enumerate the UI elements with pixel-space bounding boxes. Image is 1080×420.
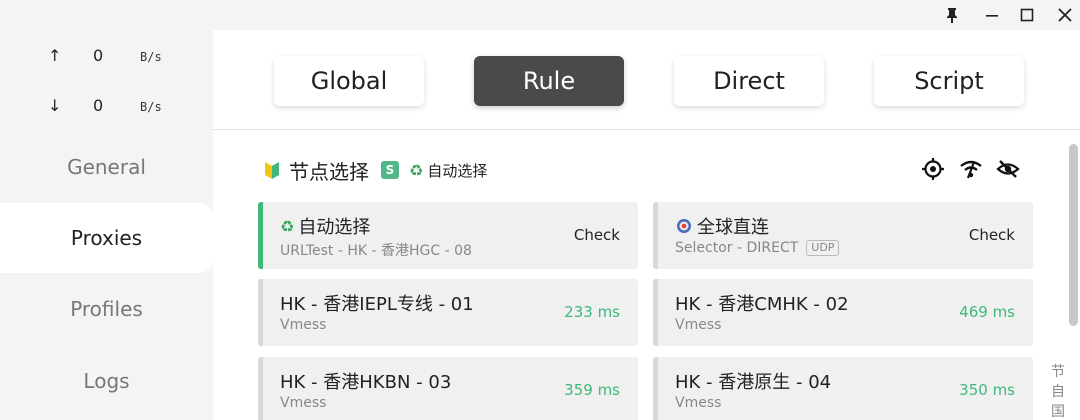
group-index-item[interactable]: 自 (1048, 382, 1068, 402)
proxy-card-direct[interactable]: 全球直连 Selector - DIRECT UDP Check (653, 202, 1033, 269)
download-speed: ↓ 0 B/s (0, 96, 213, 116)
proxies-panel: 节点选择 S ♻ 自动选择 ♻ 自动选择 URLTest - HK - 香港HG… (213, 131, 1080, 420)
card-indicator (653, 202, 658, 269)
nav-item-profiles[interactable]: Profiles (0, 274, 213, 344)
title-bar (0, 0, 1080, 30)
beginner-mark-icon (261, 159, 283, 181)
close-icon[interactable] (1053, 4, 1077, 26)
mode-script-button[interactable]: Script (874, 56, 1024, 106)
nav-item-proxies[interactable]: Proxies (0, 203, 213, 273)
proxy-sub: Selector - DIRECT UDP (675, 240, 840, 256)
download-unit: B/s (140, 100, 162, 114)
locate-icon[interactable] (919, 155, 947, 183)
upload-value: 0 (93, 46, 104, 65)
traffic-panel: ↑ 0 B/s ↓ 0 B/s (0, 30, 213, 130)
upload-arrow-icon: ↑ (48, 46, 62, 65)
selected-indicator (258, 202, 263, 269)
latency-value[interactable]: 359 ms (564, 381, 620, 399)
proxy-sub: Vmess (280, 395, 327, 411)
proxy-name-text: 全球直连 (697, 217, 769, 238)
proxy-card-hk04[interactable]: HK - 香港原生 - 04 Vmess 350 ms (653, 357, 1033, 420)
proxy-group-title: 节点选择 (289, 159, 369, 184)
nav-item-general[interactable]: General (0, 132, 213, 202)
proxy-card-hk03[interactable]: HK - 香港HKBN - 03 Vmess 359 ms (258, 357, 638, 420)
upload-unit: B/s (140, 50, 162, 64)
proxy-card-hk01[interactable]: HK - 香港IEPL专线 - 01 Vmess 233 ms (258, 279, 638, 346)
proxy-group-header[interactable]: 节点选择 S ♻ 自动选择 (261, 155, 487, 185)
target-icon (675, 217, 693, 235)
hide-icon[interactable] (994, 155, 1022, 183)
nav-item-logs[interactable]: Logs (0, 346, 213, 416)
group-current-label: 自动选择 (427, 161, 488, 180)
proxy-name: HK - 香港HKBN - 03 (280, 372, 452, 393)
proxy-name: HK - 香港原生 - 04 (675, 372, 832, 393)
proxy-sub: URLTest - HK - 香港HGC - 08 (280, 243, 472, 259)
proxy-card-auto[interactable]: ♻ 自动选择 URLTest - HK - 香港HGC - 08 Check (258, 202, 638, 269)
proxy-name: 全球直连 (675, 213, 769, 239)
group-current-selection: ♻ 自动选择 (409, 160, 487, 181)
group-type-badge: S (381, 161, 399, 179)
card-indicator (258, 279, 263, 346)
recycle-icon: ♻ (280, 216, 295, 236)
proxy-card-hk02[interactable]: HK - 香港CMHK - 02 Vmess 469 ms (653, 279, 1033, 346)
mode-global-button[interactable]: Global (274, 56, 424, 106)
proxy-name-text: 自动选择 (298, 217, 371, 238)
proxy-sub-text: Selector - DIRECT (675, 240, 799, 256)
sidebar: ↑ 0 B/s ↓ 0 B/s General Proxies Profiles… (0, 30, 213, 420)
mode-rule-button[interactable]: Rule (474, 56, 624, 106)
card-indicator (653, 357, 658, 420)
proxy-name: ♻ 自动选择 (280, 213, 370, 239)
recycle-icon: ♻ (409, 160, 424, 180)
scrollbar-thumb[interactable] (1069, 144, 1078, 326)
download-arrow-icon: ↓ (48, 96, 62, 115)
group-index: 节 自 国 (1048, 362, 1068, 420)
upload-speed: ↑ 0 B/s (0, 46, 213, 66)
group-index-item[interactable]: 国 (1048, 402, 1068, 420)
mode-direct-button[interactable]: Direct (674, 56, 824, 106)
proxy-sub: Vmess (675, 395, 722, 411)
check-button[interactable]: Check (574, 226, 620, 244)
udp-badge: UDP (806, 240, 840, 256)
test-latency-icon[interactable] (957, 155, 985, 183)
latency-value[interactable]: 233 ms (564, 303, 620, 321)
minimize-icon[interactable] (980, 4, 1004, 26)
group-index-item[interactable]: 节 (1048, 362, 1068, 382)
proxy-sub: Vmess (280, 317, 327, 333)
latency-value[interactable]: 350 ms (959, 381, 1015, 399)
mode-header: Global Rule Direct Script (213, 30, 1080, 130)
proxy-name: HK - 香港CMHK - 02 (675, 294, 849, 315)
download-value: 0 (93, 96, 104, 115)
latency-value[interactable]: 469 ms (959, 303, 1015, 321)
card-indicator (653, 279, 658, 346)
maximize-icon[interactable] (1015, 4, 1039, 26)
card-indicator (258, 357, 263, 420)
proxy-sub: Vmess (675, 317, 722, 333)
check-button[interactable]: Check (969, 226, 1015, 244)
pin-icon[interactable] (940, 4, 964, 26)
proxy-name: HK - 香港IEPL专线 - 01 (280, 294, 474, 315)
